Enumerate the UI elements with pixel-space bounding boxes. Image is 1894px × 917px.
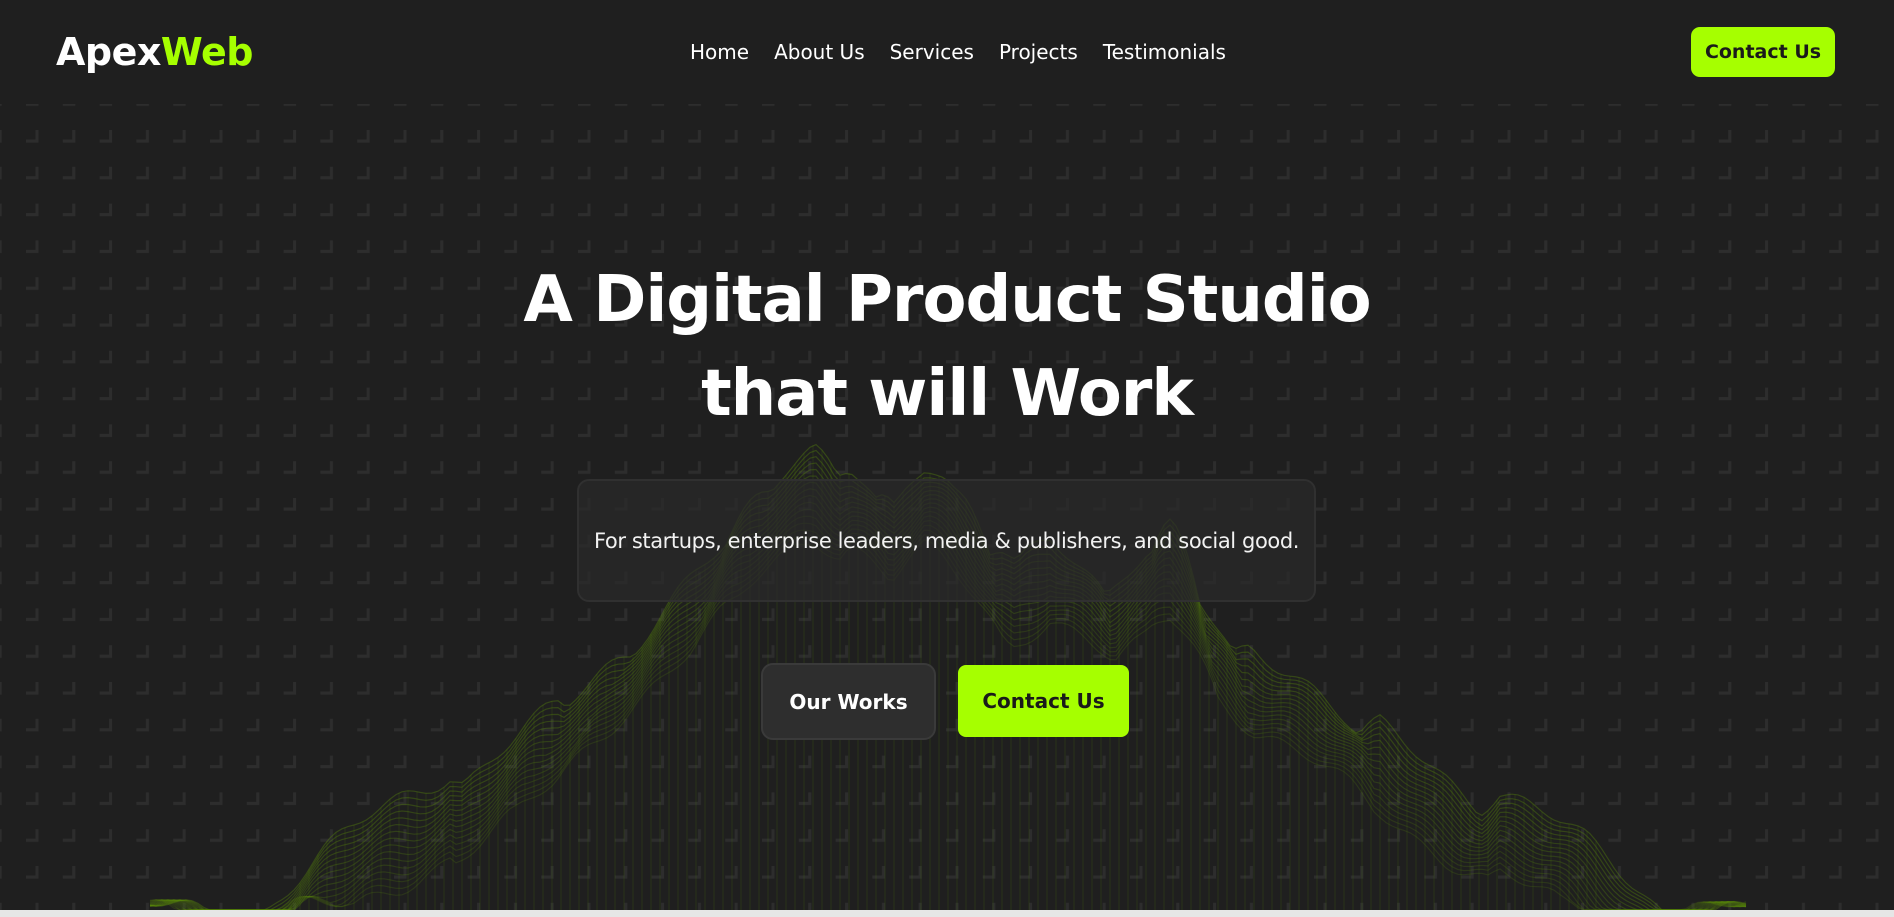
nav-home[interactable]: Home bbox=[690, 38, 749, 66]
hero-title-line-2: that will Work bbox=[701, 357, 1194, 431]
landing-page: ApexWeb Home About Us Services Projects … bbox=[0, 0, 1894, 917]
main-nav: Home About Us Services Projects Testimon… bbox=[690, 38, 1226, 66]
nav-projects[interactable]: Projects bbox=[999, 38, 1078, 66]
hero-title: A Digital Product Studio that will Work bbox=[447, 253, 1447, 441]
logo[interactable]: ApexWeb bbox=[56, 28, 253, 76]
nav-services[interactable]: Services bbox=[890, 38, 974, 66]
site-header: ApexWeb Home About Us Services Projects … bbox=[0, 0, 1894, 104]
our-works-button[interactable]: Our Works bbox=[761, 663, 936, 740]
logo-primary: Apex bbox=[56, 30, 161, 74]
hero-subtitle: For startups, enterprise leaders, media … bbox=[593, 528, 1300, 553]
header-contact-button[interactable]: Contact Us bbox=[1691, 27, 1835, 77]
hero-subtitle-box: For startups, enterprise leaders, media … bbox=[577, 479, 1316, 602]
nav-about-us[interactable]: About Us bbox=[774, 38, 865, 66]
logo-accent: Web bbox=[160, 30, 254, 74]
hero-title-line-1: A Digital Product Studio bbox=[523, 263, 1371, 337]
nav-testimonials[interactable]: Testimonials bbox=[1103, 38, 1226, 66]
hero-contact-button[interactable]: Contact Us bbox=[958, 665, 1129, 737]
page-bottom-strip bbox=[0, 910, 1894, 917]
